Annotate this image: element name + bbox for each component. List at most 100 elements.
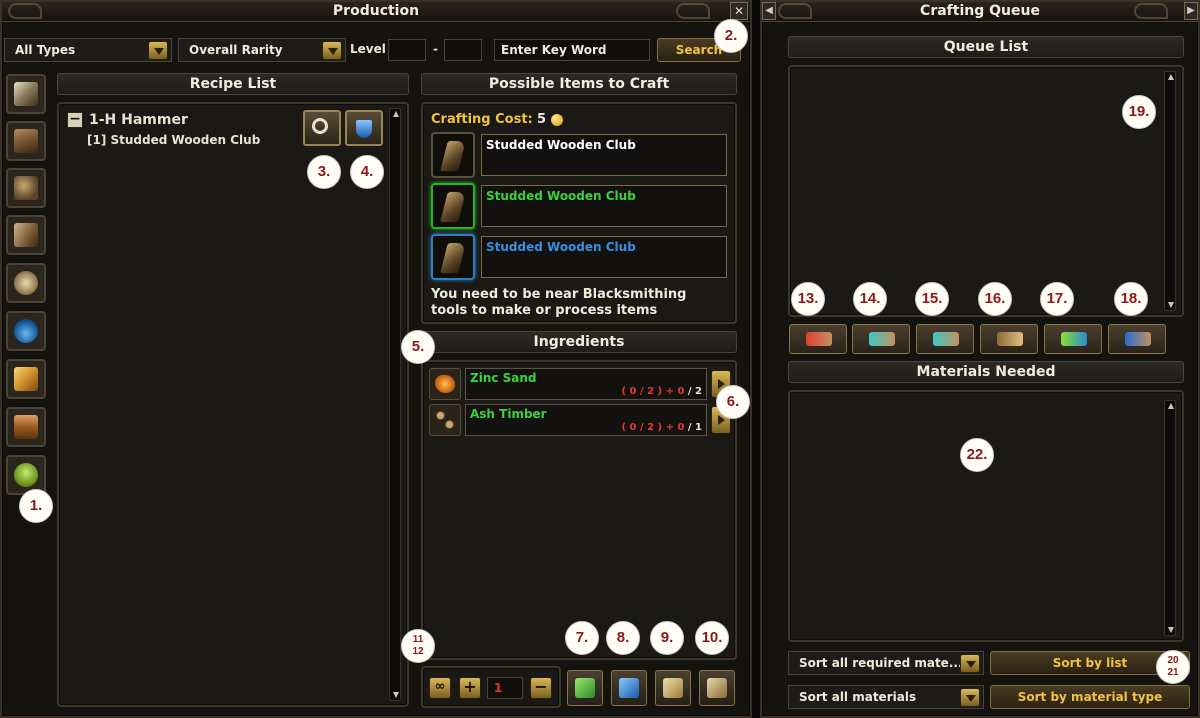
ingredients-panel: Zinc Sand ( 0 / 2 ) + 0 / 2 Ash Timber (… xyxy=(421,360,737,660)
ingredient-plus: + 0 xyxy=(665,386,685,397)
scroll-remove-icon xyxy=(806,332,832,346)
close-button[interactable]: ✕ xyxy=(730,2,748,20)
callout-11: 11 xyxy=(412,634,424,645)
add-queue-button[interactable] xyxy=(655,670,691,706)
crafting-cost-value: 5 xyxy=(537,112,547,127)
add-to-queue-button[interactable] xyxy=(345,110,383,146)
chevron-down-icon xyxy=(960,688,980,707)
chevron-down-icon xyxy=(960,654,980,673)
arrow-right-icon[interactable]: ▶ xyxy=(1184,2,1198,20)
recipe-item[interactable]: [1] Studded Wooden Club xyxy=(87,133,260,147)
callout-20: 20 xyxy=(1167,655,1179,666)
level-max-input[interactable] xyxy=(444,39,482,61)
type-dropdown-value: All Types xyxy=(15,43,76,57)
callout-14: 14. xyxy=(853,282,887,316)
ingredient-row[interactable]: Ash Timber ( 0 / 2 ) + 0 / 1 xyxy=(429,404,737,436)
scroll-up-icon xyxy=(869,332,895,346)
sort-all-value: Sort all materials xyxy=(799,690,917,704)
materials-scrollbar[interactable] xyxy=(1164,400,1176,636)
clear-queue-button[interactable] xyxy=(980,324,1038,354)
ingredients-header: Ingredients xyxy=(421,331,737,353)
craft-item-row[interactable]: Studded Wooden Club xyxy=(431,183,729,229)
food-icon[interactable] xyxy=(6,263,46,303)
recipe-list-panel: − 1-H Hammer [1] Studded Wooden Club xyxy=(57,102,409,707)
materials-header: Materials Needed xyxy=(788,361,1184,383)
callout-8: 8. xyxy=(606,621,640,655)
infinite-quantity-button[interactable]: ∞ xyxy=(429,677,451,699)
start-queue-button[interactable] xyxy=(1108,324,1166,354)
ingredient-name: Ash Timber xyxy=(470,407,547,421)
open-queue-button[interactable] xyxy=(699,670,735,706)
craft-item-name: Studded Wooden Club xyxy=(481,236,727,278)
craft-blue-icon xyxy=(1125,332,1151,346)
ingredient-box: Zinc Sand ( 0 / 2 ) + 0 / 2 xyxy=(465,368,707,400)
armor-icon[interactable] xyxy=(6,168,46,208)
type-dropdown[interactable]: All Types xyxy=(4,38,172,62)
ingredient-count: ( 0 / 2 ) + 0 / 1 xyxy=(621,422,702,433)
add-material-button[interactable] xyxy=(1044,324,1102,354)
callout-13: 13. xyxy=(791,282,825,316)
ingredient-row[interactable]: Zinc Sand ( 0 / 2 ) + 0 / 2 xyxy=(429,368,737,400)
sort-all-dropdown[interactable]: Sort all materials xyxy=(788,685,984,709)
arrow-left-icon[interactable]: ◀ xyxy=(762,2,776,20)
ingredient-name: Zinc Sand xyxy=(470,371,537,385)
craft-item-name: Studded Wooden Club xyxy=(481,185,727,227)
blade-icon[interactable] xyxy=(6,74,46,114)
chevron-down-icon xyxy=(148,41,168,60)
craft-button[interactable] xyxy=(567,670,603,706)
zinc-sand-icon xyxy=(429,368,461,400)
level-dash: - xyxy=(433,42,438,56)
queue-list-scrollbar[interactable] xyxy=(1164,71,1176,311)
plus-blue-icon xyxy=(1061,332,1087,346)
quantity-plus-button[interactable]: + xyxy=(459,677,481,699)
possible-items-panel: Crafting Cost: 5 Studded Wooden Club Stu… xyxy=(421,102,737,324)
move-up-button[interactable] xyxy=(852,324,910,354)
callout-9: 9. xyxy=(650,621,684,655)
leather-icon[interactable] xyxy=(6,215,46,255)
coin-icon xyxy=(551,114,563,126)
callout-10: 10. xyxy=(695,621,729,655)
sort-by-type-button[interactable]: Sort by material type xyxy=(990,685,1190,709)
sort-required-dropdown[interactable]: Sort all required mate... xyxy=(788,651,984,675)
callout-16: 16. xyxy=(978,282,1012,316)
recipe-group-name[interactable]: 1-H Hammer xyxy=(89,112,188,128)
craft-item-name: Studded Wooden Club xyxy=(481,134,727,176)
timber-icon[interactable] xyxy=(6,121,46,161)
sort-required-value: Sort all required mate... xyxy=(799,656,963,670)
ingot-icon[interactable] xyxy=(6,359,46,399)
craft-all-button[interactable] xyxy=(611,670,647,706)
scroll-down-icon xyxy=(933,332,959,346)
chevron-down-icon xyxy=(322,41,342,60)
craft-item-row[interactable]: Studded Wooden Club xyxy=(431,132,729,178)
recipe-info-button[interactable] xyxy=(303,110,341,146)
title-ornament-right xyxy=(676,3,710,19)
remove-from-queue-button[interactable] xyxy=(789,324,847,354)
ingredient-plus: + 0 xyxy=(665,422,685,433)
production-title: Production xyxy=(2,2,750,22)
callout-5: 5. xyxy=(401,330,435,364)
keyword-input[interactable]: Enter Key Word xyxy=(494,39,650,61)
callout-21: 21 xyxy=(1167,667,1179,678)
ingredient-need: / 2 xyxy=(687,386,702,397)
recipe-list-scrollbar[interactable] xyxy=(389,108,401,701)
materials-panel xyxy=(788,390,1184,642)
potion-icon[interactable] xyxy=(6,311,46,351)
hourglass-icon xyxy=(356,120,372,138)
callout-19: 19. xyxy=(1122,95,1156,129)
quantity-input[interactable]: 1 xyxy=(487,677,523,699)
rarity-dropdown[interactable]: Overall Rarity xyxy=(178,38,346,62)
collapse-toggle[interactable]: − xyxy=(67,112,83,128)
ingredient-have: ( 0 / 2 ) xyxy=(621,422,663,433)
callout-22: 22. xyxy=(960,438,994,472)
recipe-list-header: Recipe List xyxy=(57,73,409,95)
callout-20-21: 20 21 xyxy=(1156,650,1190,684)
level-min-input[interactable] xyxy=(388,39,426,61)
studded-club-icon xyxy=(431,132,475,178)
craft-item-row[interactable]: Studded Wooden Club xyxy=(431,234,729,280)
quantity-minus-button[interactable]: − xyxy=(530,677,552,699)
plank-icon[interactable] xyxy=(6,407,46,447)
title-ornament-left xyxy=(778,3,812,19)
move-down-button[interactable] xyxy=(916,324,974,354)
title-ornament-right xyxy=(1134,3,1168,19)
hourglass-icon xyxy=(619,678,639,698)
